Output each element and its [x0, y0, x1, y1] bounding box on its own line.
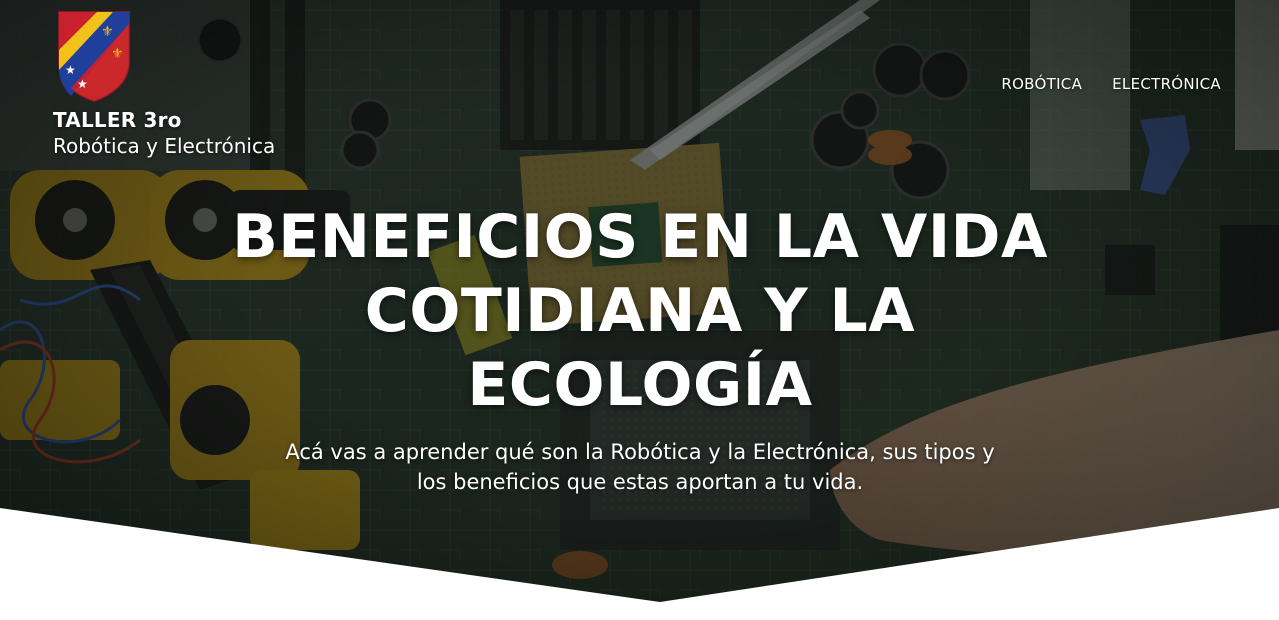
main-nav: ROBÓTICA ELECTRÓNICA [1001, 75, 1221, 93]
hero-headline: BENEFICIOS EN LA VIDA COTIDIANA Y LA ECO… [190, 200, 1090, 422]
school-crest-icon: ⚜ ⚜ ★ ★ [58, 11, 130, 102]
svg-text:★: ★ [77, 77, 88, 91]
headline-line: BENEFICIOS EN LA VIDA [232, 202, 1048, 272]
svg-text:★: ★ [65, 63, 76, 77]
svg-text:⚜: ⚜ [111, 46, 124, 62]
brand-title: TALLER 3ro [53, 108, 182, 132]
brand-subtitle: Robótica y Electrónica [53, 134, 276, 158]
hero-section: ⚜ ⚜ ★ ★ TALLER 3ro Robótica y Electrónic… [0, 0, 1279, 620]
description-line: Acá vas a aprender qué son la Robótica y… [285, 440, 995, 464]
nav-item-electronica[interactable]: ELECTRÓNICA [1112, 75, 1221, 93]
nav-item-robotica[interactable]: ROBÓTICA [1001, 75, 1082, 93]
headline-line: ECOLOGÍA [467, 350, 813, 420]
svg-text:⚜: ⚜ [101, 24, 114, 40]
hero-description: Acá vas a aprender qué son la Robótica y… [240, 437, 1040, 497]
headline-line: COTIDIANA Y LA [364, 276, 916, 346]
description-line: los beneficios que estas aportan a tu vi… [416, 470, 864, 494]
